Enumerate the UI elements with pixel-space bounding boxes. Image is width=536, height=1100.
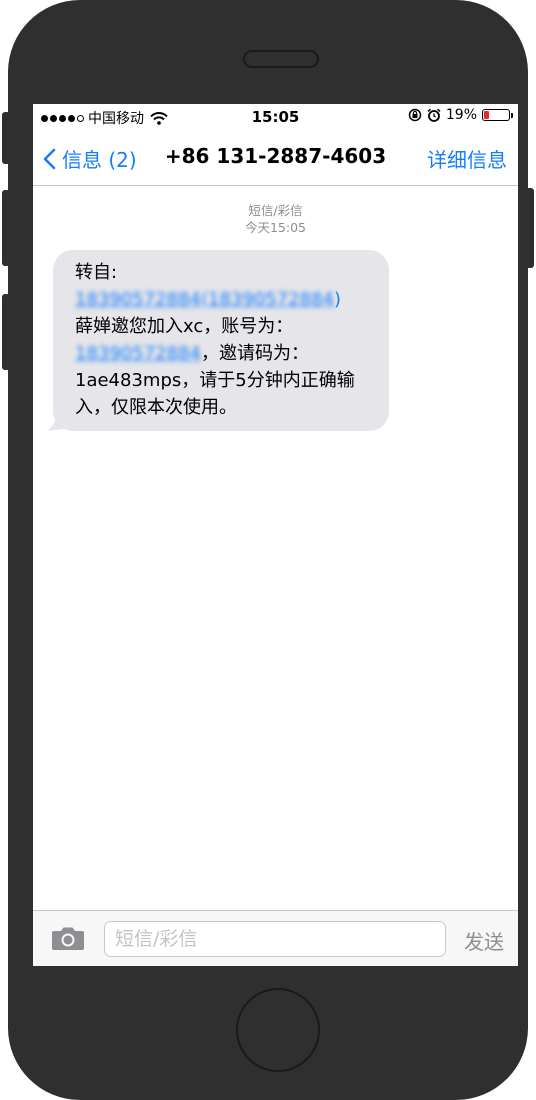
screen: 中国移动 15:05 19% 信息 (2) +86 131-2887-4603 … (33, 104, 518, 966)
power-button[interactable] (526, 188, 534, 268)
phone-link[interactable]: 18390572884 (75, 289, 201, 310)
status-bar: 中国移动 15:05 19% (33, 104, 518, 130)
message-input[interactable] (104, 921, 446, 957)
invite-text: 薛婵邀您加入xc，账号为： (75, 316, 294, 337)
alarm-icon (427, 108, 441, 122)
incoming-message: 转自: 18390572884(18390572884) 薛婵邀您加入xc，账号… (47, 250, 389, 431)
details-button[interactable]: 详细信息 (427, 144, 507, 173)
forward-source-line: 18390572884(18390572884) (75, 286, 375, 313)
forward-prefix: 转自: (75, 262, 118, 283)
volume-down-button[interactable] (2, 294, 10, 370)
phone-link[interactable]: 18390572884 (75, 343, 201, 364)
message-type-label: 短信/彩信 (248, 203, 303, 218)
earpiece-speaker (243, 50, 319, 68)
phone-link[interactable]: 18390572884 (208, 289, 334, 310)
home-button[interactable] (236, 988, 320, 1072)
paren-close: ) (334, 289, 342, 310)
battery-fill (484, 111, 489, 119)
message-body: 18390572884，邀请码为：1ae483mps，请于5分钟内正确输入，仅限… (75, 340, 375, 421)
chevron-left-icon (43, 148, 56, 169)
status-right: 19% (408, 107, 513, 123)
back-button[interactable]: 信息 (2) (43, 144, 137, 173)
message-composer: 发送 (33, 910, 518, 966)
mute-switch[interactable] (2, 112, 10, 164)
phone-frame: 中国移动 15:05 19% 信息 (2) +86 131-2887-4603 … (8, 0, 528, 1100)
orientation-lock-icon (408, 108, 422, 122)
battery-nub (511, 113, 513, 118)
volume-up-button[interactable] (2, 190, 10, 266)
back-button-label: 信息 (2) (62, 148, 137, 172)
message-timestamp: 今天15:05 (244, 220, 307, 235)
battery-icon (482, 109, 513, 121)
battery-percent: 19% (445, 107, 477, 123)
message-bubble[interactable]: 转自: 18390572884(18390572884) 薛婵邀您加入xc，账号… (53, 250, 389, 431)
paren-open: ( (200, 289, 209, 310)
send-button[interactable]: 发送 (464, 926, 504, 955)
camera-icon[interactable] (51, 925, 85, 951)
navigation-bar: 信息 (2) +86 131-2887-4603 详细信息 (33, 130, 518, 186)
